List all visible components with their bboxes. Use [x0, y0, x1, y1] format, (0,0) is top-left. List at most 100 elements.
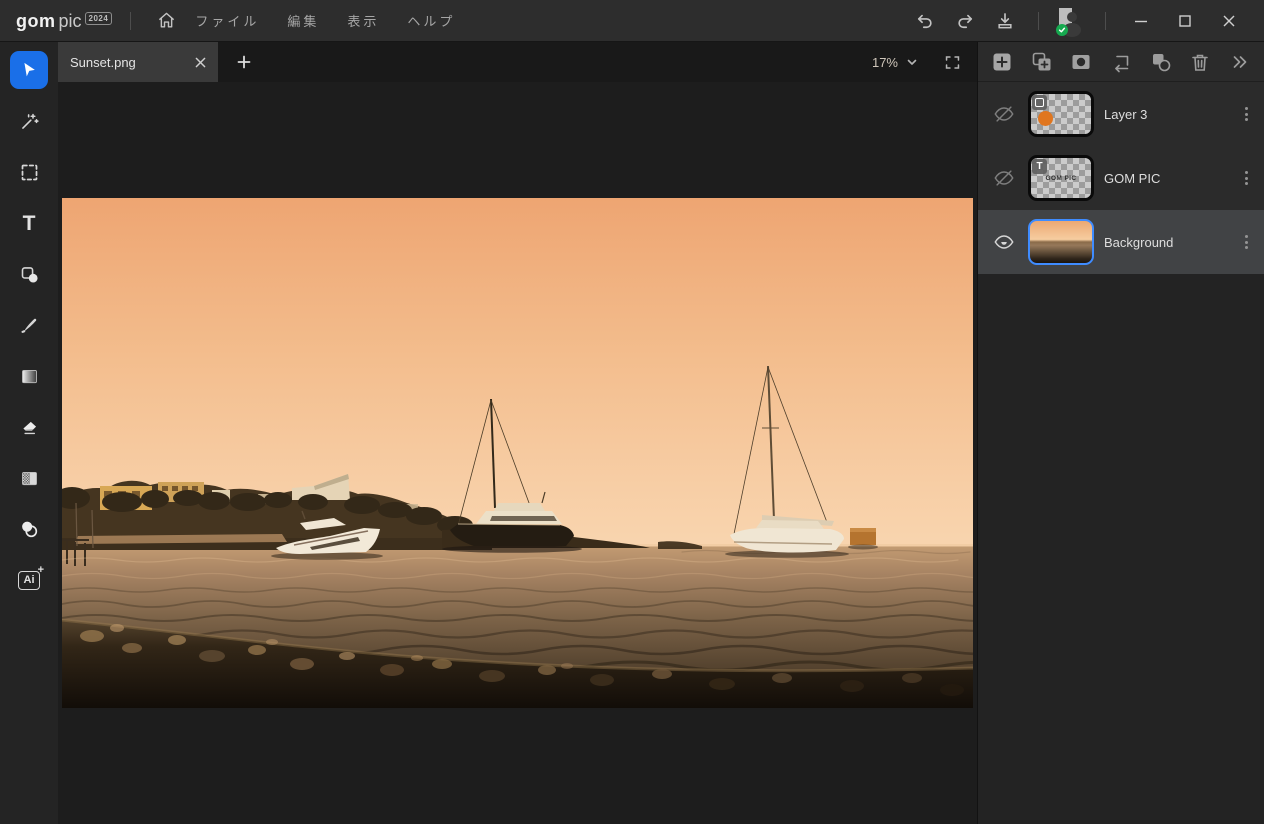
undo-icon — [915, 11, 935, 31]
logo-brand: gom — [16, 11, 56, 31]
titlebar: gom pic 2024 ファイル 編集 表示 ヘルプ — [0, 0, 1264, 42]
text-tool-icon: T — [23, 213, 36, 234]
fit-screen-button[interactable] — [944, 54, 961, 71]
layer-menu-button[interactable] — [1236, 228, 1256, 256]
shape-layer-badge-icon — [1032, 95, 1047, 110]
shape-icon — [19, 264, 40, 285]
tab-label: Sunset.png — [70, 55, 187, 70]
shape-tool[interactable] — [10, 255, 48, 293]
merge-shapes-button[interactable] — [1149, 50, 1173, 74]
minimize-icon — [1134, 14, 1148, 28]
logo-version-badge: 2024 — [85, 12, 113, 25]
undo-button[interactable] — [908, 6, 942, 36]
layer-menu-button[interactable] — [1236, 100, 1256, 128]
canvas-area[interactable] — [58, 82, 977, 824]
home-icon — [157, 11, 176, 30]
text-tool[interactable]: T — [10, 204, 48, 242]
zoom-level[interactable]: 17% — [872, 55, 898, 70]
eye-off-icon — [993, 103, 1015, 125]
layer-row-background[interactable]: Background — [978, 210, 1264, 274]
layer-content-dot — [1038, 111, 1053, 126]
layer-menu-button[interactable] — [1236, 164, 1256, 192]
minimize-button[interactable] — [1122, 6, 1160, 36]
magic-wand-tool[interactable] — [10, 102, 48, 140]
duplicate-layer-icon — [1031, 51, 1053, 73]
cursor-icon — [19, 60, 39, 80]
layer-row-layer3[interactable]: Layer 3 — [978, 82, 1264, 146]
app-logo: gom pic 2024 — [16, 11, 112, 31]
redo-button[interactable] — [948, 6, 982, 36]
layer-name: Layer 3 — [1104, 107, 1226, 122]
titlebar-divider — [130, 12, 131, 30]
trash-icon — [1189, 51, 1211, 73]
menu-help[interactable]: ヘルプ — [395, 5, 467, 36]
account-button[interactable] — [1055, 6, 1089, 36]
sunset-photo — [62, 198, 973, 708]
transform-layer-button[interactable] — [1109, 50, 1133, 74]
delete-layer-button[interactable] — [1189, 50, 1213, 74]
plus-icon — [237, 55, 251, 69]
layer-name: GOM PIC — [1104, 171, 1226, 186]
layer-mask-button[interactable] — [1069, 50, 1093, 74]
chevron-down-icon[interactable] — [906, 56, 918, 68]
menu-file[interactable]: ファイル — [183, 5, 271, 36]
new-tab-button[interactable] — [224, 42, 264, 82]
tab-sunset[interactable]: Sunset.png — [58, 42, 218, 82]
layer-name: Background — [1104, 235, 1226, 250]
home-button[interactable] — [149, 6, 183, 36]
layer-thumbnail[interactable] — [1028, 91, 1094, 137]
add-layer-button[interactable] — [990, 50, 1014, 74]
marquee-select-tool[interactable] — [10, 153, 48, 191]
tab-close-icon[interactable] — [195, 57, 206, 68]
brush-tool[interactable] — [10, 306, 48, 344]
visibility-off-button[interactable] — [990, 100, 1018, 128]
maximize-button[interactable] — [1166, 6, 1204, 36]
gradient-icon — [19, 366, 40, 387]
merge-shapes-icon — [1150, 51, 1172, 73]
titlebar-actions — [908, 6, 1248, 36]
eraser-tool[interactable] — [10, 408, 48, 446]
layer-thumbnail[interactable] — [1028, 219, 1094, 265]
visibility-on-button[interactable] — [990, 228, 1018, 256]
orange-structure — [848, 528, 878, 550]
eraser-icon — [19, 417, 40, 438]
maximize-icon — [1178, 14, 1192, 28]
logo-product: pic — [59, 11, 82, 31]
menu-view[interactable]: 表示 — [335, 5, 391, 36]
mosaic-icon — [19, 468, 40, 489]
layer-mask-icon — [1070, 51, 1092, 73]
menubar: ファイル 編集 表示 ヘルプ — [183, 5, 467, 36]
transform-layer-icon — [1110, 51, 1132, 73]
layers-toolbar — [978, 42, 1264, 82]
close-icon — [1222, 14, 1236, 28]
duplicate-layer-button[interactable] — [1030, 50, 1054, 74]
workspace: Sunset.png 17% — [58, 42, 977, 824]
ai-icon: Ai + — [18, 571, 40, 590]
mosaic-tool[interactable] — [10, 459, 48, 497]
zoom-controls: 17% — [872, 54, 977, 71]
text-layer-badge-icon: T — [1032, 159, 1047, 174]
move-tool[interactable] — [10, 51, 48, 89]
gradient-tool[interactable] — [10, 357, 48, 395]
verified-badge-icon — [1056, 24, 1068, 36]
layer-row-gompic[interactable]: T GOM PIC GOM PIC — [978, 146, 1264, 210]
color-blend-tool[interactable] — [10, 510, 48, 548]
layers-panel: Layer 3 T GOM PIC GOM PIC — [977, 42, 1264, 824]
menu-edit[interactable]: 編集 — [275, 5, 331, 36]
layer-thumbnail[interactable]: T GOM PIC — [1028, 155, 1094, 201]
close-button[interactable] — [1210, 6, 1248, 36]
add-layer-icon — [991, 51, 1013, 73]
color-circles-icon — [18, 518, 40, 540]
layers-list: Layer 3 T GOM PIC GOM PIC — [978, 82, 1264, 274]
tool-sidebar: T — [0, 42, 58, 824]
titlebar-divider — [1038, 12, 1039, 30]
ai-tool[interactable]: Ai + — [10, 561, 48, 599]
brush-icon — [19, 315, 40, 336]
export-button[interactable] — [988, 6, 1022, 36]
document-tabstrip: Sunset.png 17% — [58, 42, 977, 82]
titlebar-divider — [1105, 12, 1106, 30]
panel-expand-button[interactable] — [1228, 50, 1252, 74]
visibility-off-button[interactable] — [990, 164, 1018, 192]
redo-icon — [955, 11, 975, 31]
user-avatar-icon — [1059, 8, 1085, 34]
